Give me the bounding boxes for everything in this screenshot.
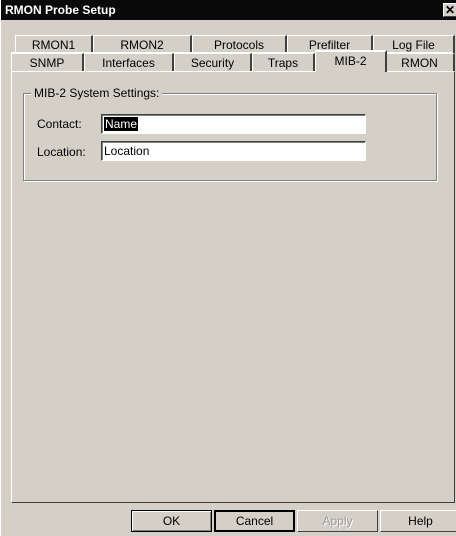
location-value: Location: [104, 144, 150, 158]
mib2-settings-group: [23, 93, 437, 181]
tab-rmon2[interactable]: RMON2: [93, 35, 192, 53]
dialog-window: RMON Probe Setup ✕ RMON1 RMON2 Protocols…: [0, 0, 456, 536]
group-title: MIB-2 System Settings:: [31, 86, 163, 100]
window-title: RMON Probe Setup: [5, 3, 116, 17]
location-field[interactable]: Location: [101, 141, 366, 161]
cancel-button[interactable]: Cancel: [214, 510, 295, 532]
title-bar: RMON Probe Setup ✕: [1, 0, 456, 20]
contact-value: Name: [104, 117, 139, 131]
contact-field[interactable]: Name: [101, 114, 366, 134]
location-label: Location:: [37, 145, 86, 159]
tab-protocols[interactable]: Protocols: [192, 35, 287, 53]
tab-security[interactable]: Security: [174, 53, 252, 71]
tab-mib-2[interactable]: MIB-2: [315, 50, 387, 72]
help-button[interactable]: Help: [380, 510, 456, 532]
tab-rmon[interactable]: RMON: [385, 53, 455, 71]
tab-snmp[interactable]: SNMP: [11, 53, 84, 71]
tab-traps[interactable]: Traps: [252, 53, 315, 71]
close-icon[interactable]: ✕: [443, 3, 456, 17]
contact-label: Contact:: [37, 117, 82, 131]
ok-button[interactable]: OK: [131, 510, 212, 532]
tab-rmon1[interactable]: RMON1: [15, 35, 93, 53]
apply-button[interactable]: Apply: [297, 510, 378, 532]
tab-interfaces[interactable]: Interfaces: [84, 53, 174, 71]
